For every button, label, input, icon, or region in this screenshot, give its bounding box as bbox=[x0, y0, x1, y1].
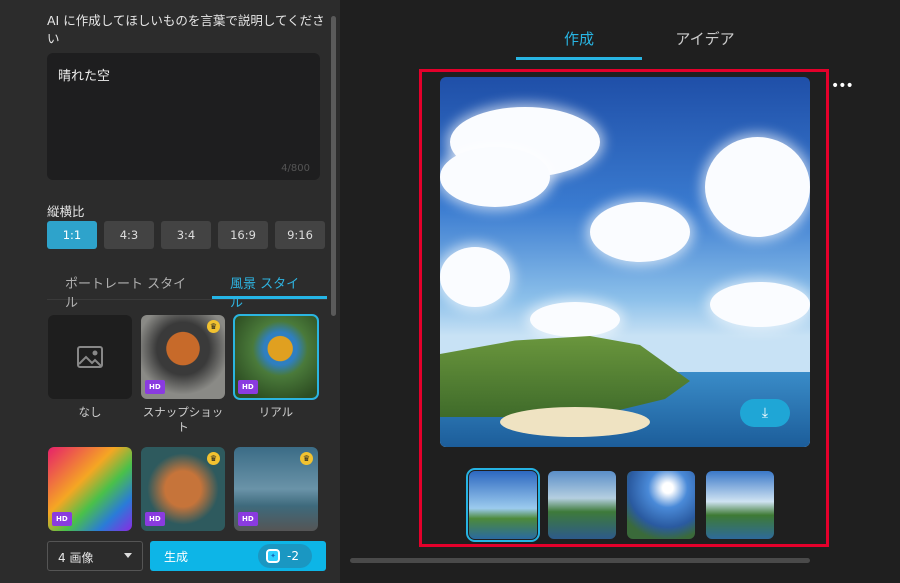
tab-create[interactable]: 作成 bbox=[516, 22, 642, 60]
style-label: リアル bbox=[258, 405, 294, 419]
horizontal-scrollbar[interactable] bbox=[350, 558, 810, 563]
ratio-1-1[interactable]: 1:1 bbox=[47, 221, 97, 249]
prompt-value: 晴れた空 bbox=[58, 69, 111, 84]
style-label: スナップショット bbox=[142, 405, 224, 434]
hd-badge: HD bbox=[238, 512, 258, 526]
ratio-4-3[interactable]: 4:3 bbox=[104, 221, 154, 249]
hd-badge: HD bbox=[145, 380, 165, 394]
settings-panel: AI に作成してほしいものを言葉で説明してください 晴れた空 4/800 縦横比… bbox=[0, 0, 340, 583]
credit-icon: ✦ bbox=[266, 549, 280, 563]
prompt-label: AI に作成してほしいものを言葉で説明してください bbox=[47, 13, 325, 46]
style-label: なし bbox=[78, 405, 102, 419]
result-thumbnail-1[interactable] bbox=[466, 468, 540, 542]
crown-icon: ♛ bbox=[207, 320, 220, 333]
hd-badge: HD bbox=[52, 512, 72, 526]
chevron-down-icon bbox=[124, 553, 132, 558]
char-counter: 4/800 bbox=[281, 163, 310, 174]
generate-button[interactable]: 生成 ✦ -2 bbox=[150, 541, 326, 571]
hd-badge: HD bbox=[238, 380, 258, 394]
style-colorful[interactable]: HD bbox=[48, 447, 132, 531]
result-thumbnail-3[interactable] bbox=[627, 471, 695, 539]
ratio-9-16[interactable]: 9:16 bbox=[275, 221, 325, 249]
result-thumbnail-4[interactable] bbox=[706, 471, 774, 539]
image-count-select[interactable]: 4 画像 bbox=[47, 541, 143, 571]
credit-cost-value: -2 bbox=[287, 549, 299, 563]
tab-portrait-style[interactable]: ポートレート スタイル bbox=[47, 266, 212, 311]
download-button[interactable]: ⤓ bbox=[740, 399, 790, 427]
generate-label: 生成 bbox=[164, 550, 189, 564]
result-thumbnail-2[interactable] bbox=[548, 471, 616, 539]
result-panel: 作成 アイデア ••• ⤓ bbox=[340, 0, 900, 583]
tab-landscape-style[interactable]: 風景 スタイル bbox=[212, 266, 327, 311]
image-count-value: 4 画像 bbox=[58, 551, 94, 565]
style-none[interactable]: なし bbox=[48, 315, 132, 447]
crown-icon: ♛ bbox=[300, 452, 313, 465]
tab-ideas[interactable]: アイデア bbox=[642, 22, 768, 60]
scrollbar[interactable] bbox=[331, 16, 336, 316]
generated-image[interactable]: ⤓ bbox=[440, 77, 810, 447]
hd-badge: HD bbox=[145, 512, 165, 526]
aspect-label: 縦横比 bbox=[47, 204, 85, 219]
download-icon: ⤓ bbox=[761, 405, 769, 421]
more-options-icon[interactable]: ••• bbox=[831, 78, 854, 94]
ratio-16-9[interactable]: 16:9 bbox=[218, 221, 268, 249]
prompt-input[interactable]: 晴れた空 4/800 bbox=[47, 53, 320, 180]
crown-icon: ♛ bbox=[207, 452, 220, 465]
credit-cost: ✦ -2 bbox=[258, 544, 312, 568]
style-interior[interactable]: ♛ HD bbox=[234, 447, 318, 531]
style-cartoon[interactable]: ♛ HD bbox=[141, 447, 225, 531]
style-snapshot[interactable]: ♛ HD スナップショット bbox=[141, 315, 225, 447]
style-real[interactable]: HD リアル bbox=[233, 314, 319, 447]
image-icon bbox=[77, 346, 103, 368]
ratio-3-4[interactable]: 3:4 bbox=[161, 221, 211, 249]
